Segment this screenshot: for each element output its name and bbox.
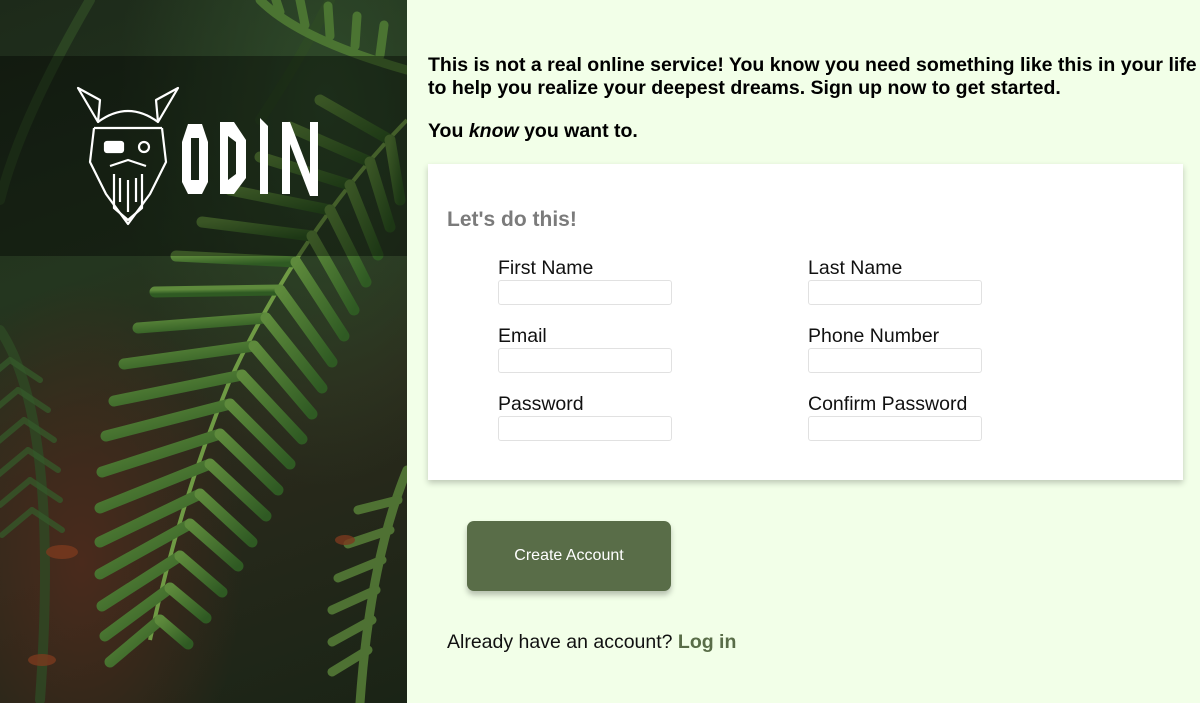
last-name-label: Last Name bbox=[808, 257, 903, 279]
last-name-group: Last Name bbox=[808, 258, 983, 305]
create-account-button[interactable]: Create Account bbox=[467, 521, 671, 591]
first-name-input[interactable] bbox=[498, 280, 672, 305]
login-link[interactable]: Log in bbox=[678, 631, 736, 653]
signup-form-card: Let's do this! First Name Last Name Emai… bbox=[428, 164, 1183, 480]
form-title: Let's do this! bbox=[447, 208, 577, 231]
login-prompt: Already have an account? Log in bbox=[447, 631, 736, 654]
confirm-password-label: Confirm Password bbox=[808, 393, 968, 415]
tagline-end: you want to. bbox=[518, 120, 638, 142]
password-label: Password bbox=[498, 393, 584, 415]
email-label: Email bbox=[498, 325, 547, 347]
main-content: This is not a real online service! You k… bbox=[407, 0, 1200, 703]
last-name-input[interactable] bbox=[808, 280, 982, 305]
confirm-password-group: Confirm Password bbox=[808, 394, 983, 441]
odin-logo bbox=[76, 86, 318, 226]
login-prompt-text: Already have an account? bbox=[447, 631, 678, 653]
confirm-password-input[interactable] bbox=[808, 416, 982, 441]
hero-panel bbox=[0, 0, 407, 703]
intro-paragraph: This is not a real online service! You k… bbox=[428, 54, 1197, 99]
phone-number-group: Phone Number bbox=[808, 326, 983, 373]
email-input[interactable] bbox=[498, 348, 672, 373]
odin-viking-helmet-icon bbox=[76, 86, 180, 226]
password-input[interactable] bbox=[498, 416, 672, 441]
first-name-label: First Name bbox=[498, 257, 594, 279]
password-group: Password bbox=[498, 394, 673, 441]
first-name-group: First Name bbox=[498, 258, 673, 305]
email-group: Email bbox=[498, 326, 673, 373]
intro-tagline: You know you want to. bbox=[428, 120, 638, 143]
tagline-emphasis: know bbox=[468, 120, 519, 142]
tagline-start: You bbox=[428, 120, 469, 142]
phone-number-label: Phone Number bbox=[808, 325, 940, 347]
phone-number-input[interactable] bbox=[808, 348, 982, 373]
